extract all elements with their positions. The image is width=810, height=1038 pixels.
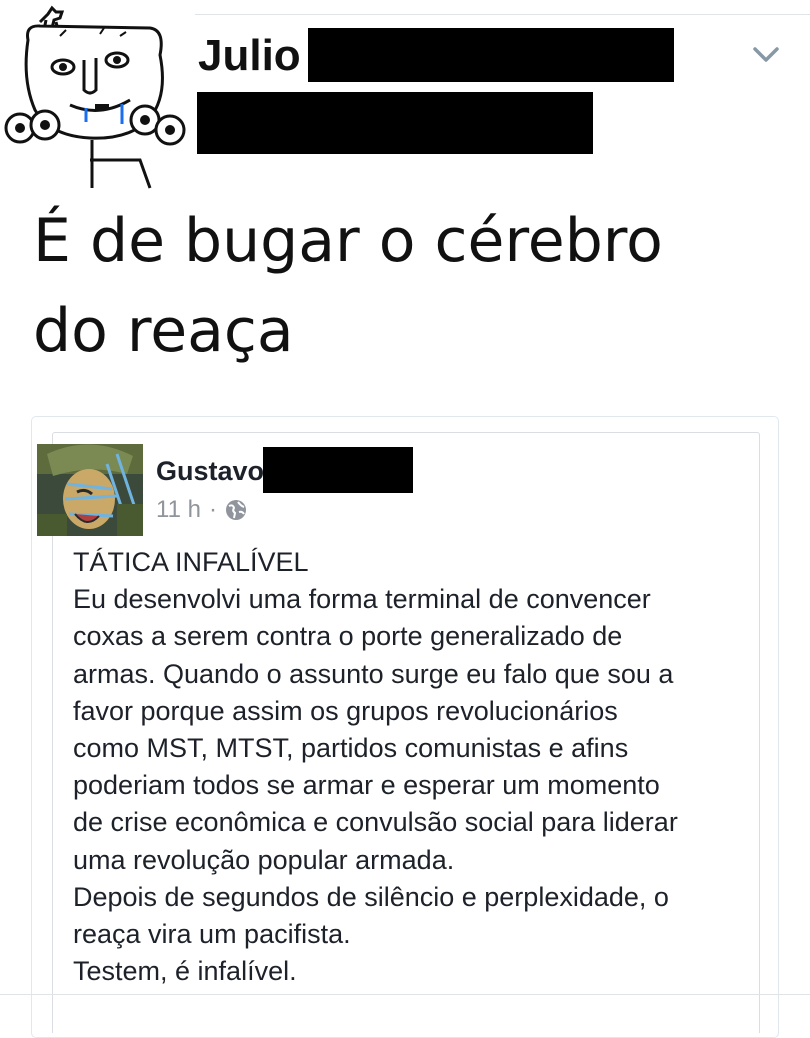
globe-icon [225,499,247,521]
post-body-line: TÁTICA INFALÍVEL [73,547,309,577]
post-body-line: reaça vira um pacifista. [73,919,351,950]
post-body-line: Eu desenvolvi uma forma terminal de conv… [73,584,651,615]
post-body-line: como MST, MTST, partidos comunistas e af… [73,733,629,764]
post-author-avatar[interactable] [37,444,143,536]
post-body-line: Testem, é infalível. [73,956,297,987]
post-time[interactable]: 11 h [156,496,201,524]
post-body-line: Depois de segundos de silêncio e perplex… [73,881,669,912]
post-body-line: favor porque assim os grupos revolucioná… [73,695,618,726]
meta-separator: · [208,496,217,523]
post-body-line: uma revolução popular armada. [73,844,455,875]
post-author-name[interactable]: Gustavo [156,456,264,487]
post-body: TÁTICA INFALÍVEL Eu desenvolvi uma forma… [73,544,753,990]
redaction-bar [263,447,413,493]
bottom-divider [0,994,810,995]
author-name[interactable]: Julio [198,30,301,82]
post-body-line: coxas a serem contra o porte generalizad… [73,621,623,652]
post-body-line: armas. Quando o assunto surge eu falo qu… [73,658,674,689]
redaction-bar [308,28,674,82]
chevron-down-icon[interactable] [750,40,782,68]
tweet-text-line: É de bugar o cérebro [33,206,663,276]
tweet-text-line: do reaça [33,296,294,366]
post-body-line: de crise econômica e convulsão social pa… [73,807,678,838]
author-avatar[interactable] [0,0,195,190]
post-body-line: poderiam todos se armar e esperar um mom… [73,770,660,801]
post-meta: 11 h · [156,496,247,524]
tweet-text: É de bugar o cérebro do reaça [33,196,773,376]
redaction-bar [197,92,593,154]
